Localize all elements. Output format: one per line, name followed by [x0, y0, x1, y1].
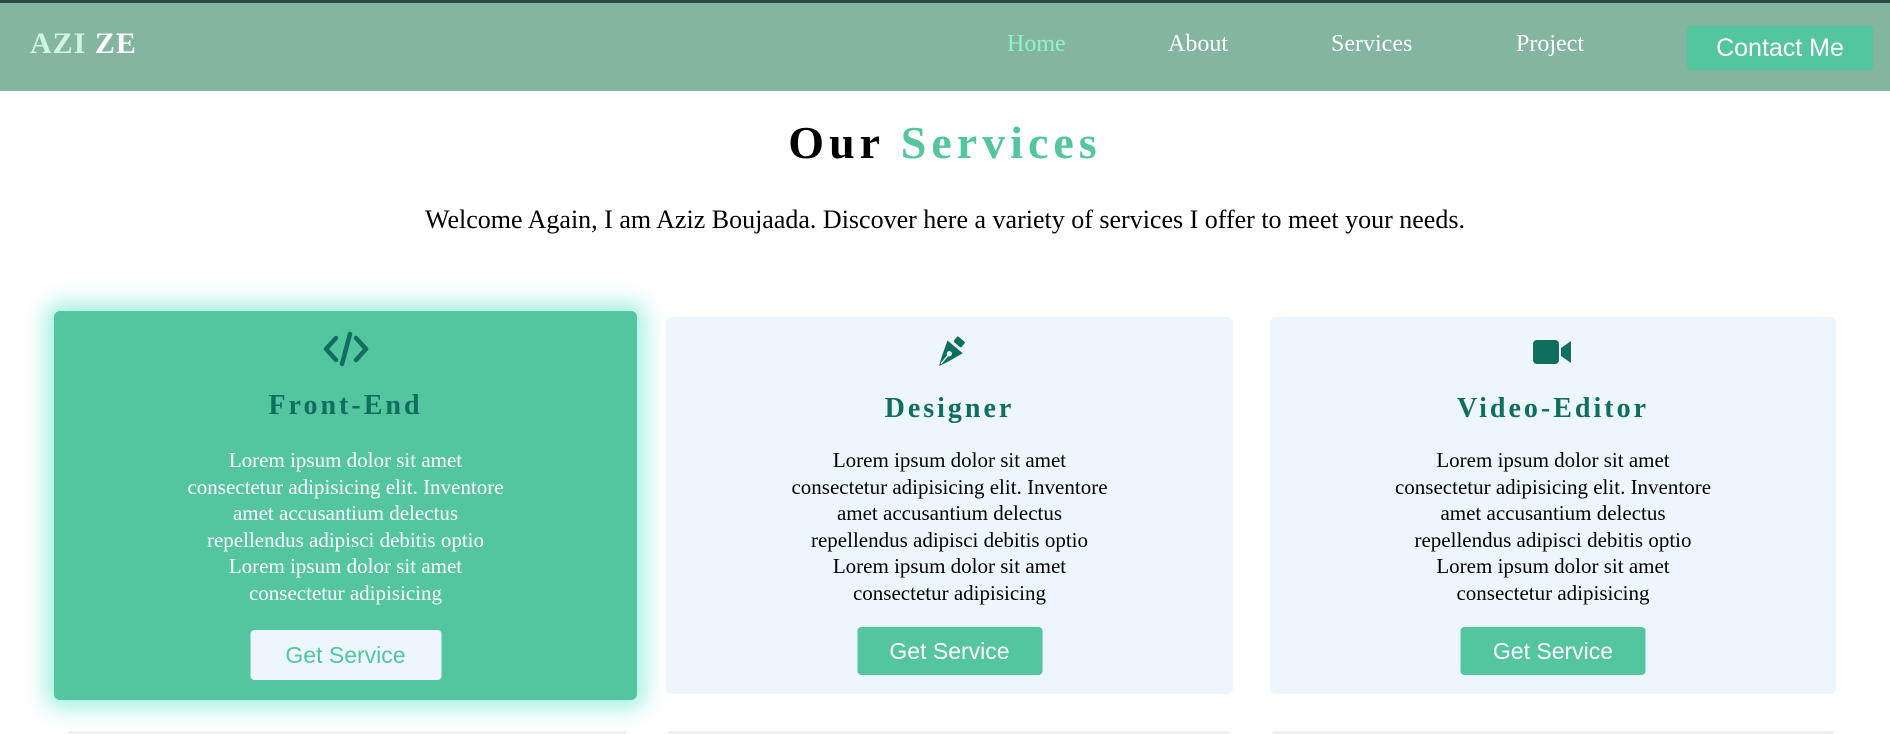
card-description: Lorem ipsum dolor sit amet consectetur a…	[791, 448, 1108, 605]
code-icon	[323, 331, 369, 372]
get-service-button[interactable]: Get Service	[857, 627, 1042, 675]
section-title-part2: Services	[900, 117, 1102, 168]
video-camera-icon	[1533, 338, 1573, 371]
brand-logo[interactable]: AZI ZE	[30, 27, 137, 61]
card-description: Lorem ipsum dolor sit amet consectetur a…	[1394, 448, 1712, 605]
service-card-video-editor[interactable]: Video-Editor Lorem ipsum dolor sit amet …	[1270, 317, 1836, 694]
navbar: AZI ZE Home About Services Project Conta…	[0, 3, 1890, 91]
section-title-part1: Our	[788, 117, 885, 168]
get-service-button[interactable]: Get Service	[250, 630, 441, 680]
nav-link-services[interactable]: Services	[1331, 31, 1412, 58]
card-title: Front-End	[268, 390, 423, 421]
nav-link-project[interactable]: Project	[1516, 31, 1584, 58]
card-title: Video-Editor	[1456, 393, 1650, 424]
service-card-front-end[interactable]: Front-End Lorem ipsum dolor sit amet con…	[54, 311, 637, 700]
brand-logo-part1: AZI	[30, 27, 87, 60]
contact-me-button[interactable]: Contact Me	[1687, 26, 1873, 70]
get-service-button[interactable]: Get Service	[1460, 627, 1646, 675]
pen-nib-icon	[932, 334, 968, 377]
service-card-designer[interactable]: Designer Lorem ipsum dolor sit amet cons…	[666, 317, 1233, 694]
nav-link-home[interactable]: Home	[1007, 31, 1066, 58]
brand-logo-part2: ZE	[94, 27, 137, 60]
services-intro: Welcome Again, I am Aziz Boujaada. Disco…	[425, 205, 1465, 234]
section-title: Our Services	[0, 116, 1890, 169]
card-title: Designer	[884, 393, 1015, 424]
card-description: Lorem ipsum dolor sit amet consectetur a…	[187, 448, 504, 605]
nav-link-about[interactable]: About	[1168, 31, 1228, 58]
